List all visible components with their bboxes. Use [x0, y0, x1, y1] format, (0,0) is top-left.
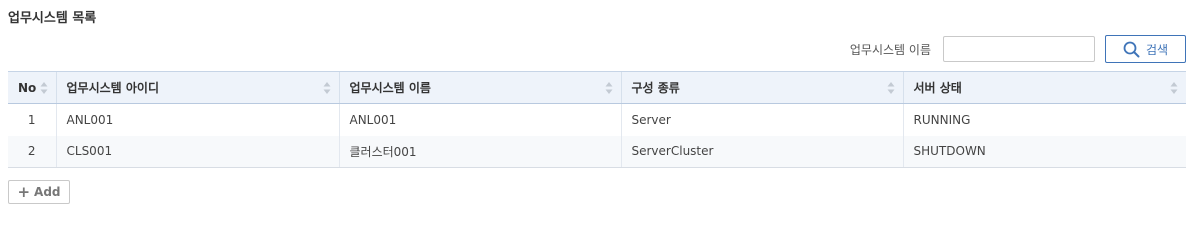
cell-no: 2	[8, 135, 56, 168]
search-label: 업무시스템 이름	[849, 42, 931, 57]
cell-system-id: ANL001	[55, 103, 339, 136]
add-button[interactable]: + Add	[8, 180, 70, 204]
page-title: 업무시스템 목록	[8, 11, 97, 26]
search-button-label: 검색	[1145, 42, 1169, 57]
business-system-list-page: 업무시스템 목록 업무시스템 이름 검색 No 업무시스템 아이디 업무시스템 …	[0, 0, 1196, 211]
add-button-label: Add	[34, 185, 61, 199]
column-header-label: 구성 종류	[631, 81, 680, 95]
cell-config-type: ServerCluster	[620, 135, 903, 168]
system-name-search-input[interactable]	[943, 36, 1095, 62]
column-header-config-type[interactable]: 구성 종류	[620, 71, 903, 104]
column-header-label: 업무시스템 아이디	[66, 81, 160, 95]
cell-system-id: CLS001	[55, 135, 339, 168]
search-bar: 업무시스템 이름 검색	[850, 35, 1186, 63]
cell-server-status: RUNNING	[902, 103, 1186, 136]
system-table: No 업무시스템 아이디 업무시스템 이름 구성 종류 서버 상태 1 ANL0…	[8, 71, 1186, 168]
cell-system-name: 클러스터001	[338, 135, 621, 168]
column-header-system-id[interactable]: 업무시스템 아이디	[55, 71, 339, 104]
column-header-server-status[interactable]: 서버 상태	[902, 71, 1186, 104]
sort-icon[interactable]	[40, 81, 48, 95]
plus-icon: +	[17, 182, 31, 201]
cell-config-type: Server	[620, 103, 903, 136]
column-header-label: 서버 상태	[913, 81, 962, 95]
sort-icon[interactable]	[1170, 81, 1178, 95]
column-header-no[interactable]: No	[8, 71, 56, 104]
table-row[interactable]: 2 CLS001 클러스터001 ServerCluster SHUTDOWN	[8, 135, 1186, 168]
table-header-row: No 업무시스템 아이디 업무시스템 이름 구성 종류 서버 상태	[8, 71, 1186, 104]
sort-icon[interactable]	[323, 81, 331, 95]
column-header-label: No	[18, 80, 37, 95]
table-row[interactable]: 1 ANL001 ANL001 Server RUNNING	[8, 103, 1186, 136]
column-header-system-name[interactable]: 업무시스템 이름	[338, 71, 621, 104]
cell-no: 1	[27, 112, 36, 127]
cell-server-status: SHUTDOWN	[902, 135, 1186, 168]
sort-icon[interactable]	[605, 81, 613, 95]
cell-system-name: ANL001	[338, 103, 621, 136]
column-header-label: 업무시스템 이름	[349, 81, 431, 95]
search-button[interactable]: 검색	[1105, 35, 1186, 63]
sort-icon[interactable]	[887, 81, 895, 95]
search-icon	[1123, 41, 1140, 58]
